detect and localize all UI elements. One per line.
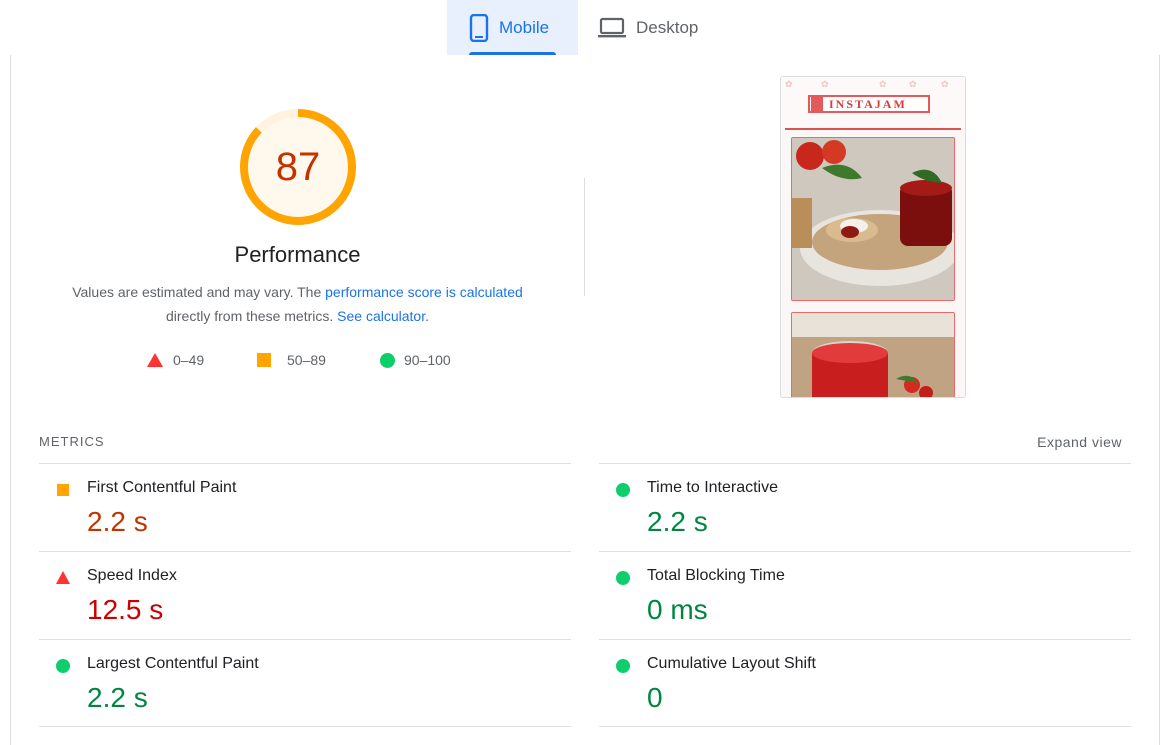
final-screenshot[interactable]: ✿ ✿ ✿ ✿ ✿ INSTAJAM bbox=[780, 76, 966, 398]
metric-value: 2.2 s bbox=[647, 506, 708, 537]
decoration-icon: ✿ bbox=[821, 79, 829, 89]
legend-fail-label: 0–49 bbox=[173, 352, 205, 368]
metric-value: 12.5 s bbox=[87, 594, 164, 625]
decoration-icon: ✿ bbox=[941, 79, 949, 89]
metrics-header: METRICS bbox=[39, 434, 105, 449]
legend-pass-label: 90–100 bbox=[404, 352, 451, 368]
smartphone-icon bbox=[469, 13, 489, 42]
metric-total-blocking-time: Total Blocking Time 0 ms bbox=[599, 551, 1131, 639]
see-calculator-link[interactable]: See calculator bbox=[337, 308, 425, 324]
logo-mark-icon bbox=[811, 97, 823, 111]
expand-view-toggle[interactable]: Expand view bbox=[1037, 434, 1122, 450]
laptop-icon bbox=[598, 17, 626, 37]
triangle-icon bbox=[56, 571, 70, 584]
performance-score: 87 bbox=[275, 144, 321, 189]
site-logo: INSTAJAM bbox=[808, 95, 930, 113]
tab-mobile[interactable]: Mobile bbox=[447, 0, 578, 55]
performance-title: Performance bbox=[234, 242, 361, 267]
circle-icon bbox=[380, 352, 395, 368]
legend-fail: 0–49 bbox=[147, 352, 257, 368]
metric-first-contentful-paint: First Contentful Paint 2.2 s bbox=[39, 463, 571, 551]
triangle-icon bbox=[147, 353, 163, 367]
score-calculated-link[interactable]: performance score is calculated bbox=[325, 284, 523, 300]
tab-desktop[interactable]: Desktop bbox=[578, 0, 718, 55]
metric-name: Total Blocking Time bbox=[647, 567, 785, 584]
tab-desktop-label: Desktop bbox=[636, 17, 699, 37]
square-icon bbox=[257, 353, 271, 367]
desc-prefix: Values are estimated and may vary. The bbox=[72, 284, 326, 300]
circle-icon bbox=[616, 483, 630, 497]
decoration-icon: ✿ bbox=[879, 79, 887, 89]
device-tabs: Mobile Desktop bbox=[447, 0, 718, 55]
decoration-icon: ✿ bbox=[785, 79, 793, 89]
screenshot-header: ✿ ✿ ✿ ✿ ✿ INSTAJAM bbox=[781, 77, 965, 129]
metric-name: Cumulative Layout Shift bbox=[647, 655, 816, 672]
performance-gauge: 87 bbox=[239, 108, 357, 226]
metric-value: 0 ms bbox=[647, 594, 708, 625]
tab-mobile-label: Mobile bbox=[499, 17, 550, 37]
metric-value: 2.2 s bbox=[87, 506, 148, 537]
metrics-column-left: First Contentful Paint 2.2 s Speed Index… bbox=[39, 463, 571, 727]
summary-divider bbox=[584, 178, 585, 296]
performance-description: Values are estimated and may vary. The p… bbox=[60, 280, 535, 328]
legend-pass: 90–100 bbox=[380, 352, 451, 368]
metric-name: First Contentful Paint bbox=[87, 479, 237, 496]
metric-value: 2.2 s bbox=[87, 682, 148, 713]
metric-name: Time to Interactive bbox=[647, 479, 779, 496]
site-logo-text: INSTAJAM bbox=[829, 96, 907, 111]
decoration-icon: ✿ bbox=[909, 79, 917, 89]
jam-photo-2 bbox=[791, 312, 955, 397]
circle-icon bbox=[56, 659, 70, 673]
metric-time-to-interactive: Time to Interactive 2.2 s bbox=[599, 463, 1131, 551]
metric-cumulative-layout-shift: Cumulative Layout Shift 0 bbox=[599, 639, 1131, 727]
jam-photo-1 bbox=[791, 137, 955, 301]
desc-suffix: . bbox=[425, 308, 429, 324]
metric-value: 0 bbox=[647, 682, 663, 713]
circle-icon bbox=[616, 659, 630, 673]
metrics-column-right: Time to Interactive 2.2 s Total Blocking… bbox=[599, 463, 1131, 727]
metric-largest-contentful-paint: Largest Contentful Paint 2.2 s bbox=[39, 639, 571, 727]
circle-icon bbox=[616, 571, 630, 585]
legend-average: 50–89 bbox=[257, 352, 380, 368]
metric-name: Speed Index bbox=[87, 567, 177, 584]
square-icon bbox=[57, 484, 69, 496]
header-rule bbox=[785, 128, 961, 130]
metric-speed-index: Speed Index 12.5 s bbox=[39, 551, 571, 639]
legend-average-label: 50–89 bbox=[287, 352, 326, 368]
score-legend: 0–49 50–89 90–100 bbox=[147, 352, 451, 368]
desc-middle: directly from these metrics. bbox=[166, 308, 338, 324]
metric-name: Largest Contentful Paint bbox=[87, 655, 259, 672]
